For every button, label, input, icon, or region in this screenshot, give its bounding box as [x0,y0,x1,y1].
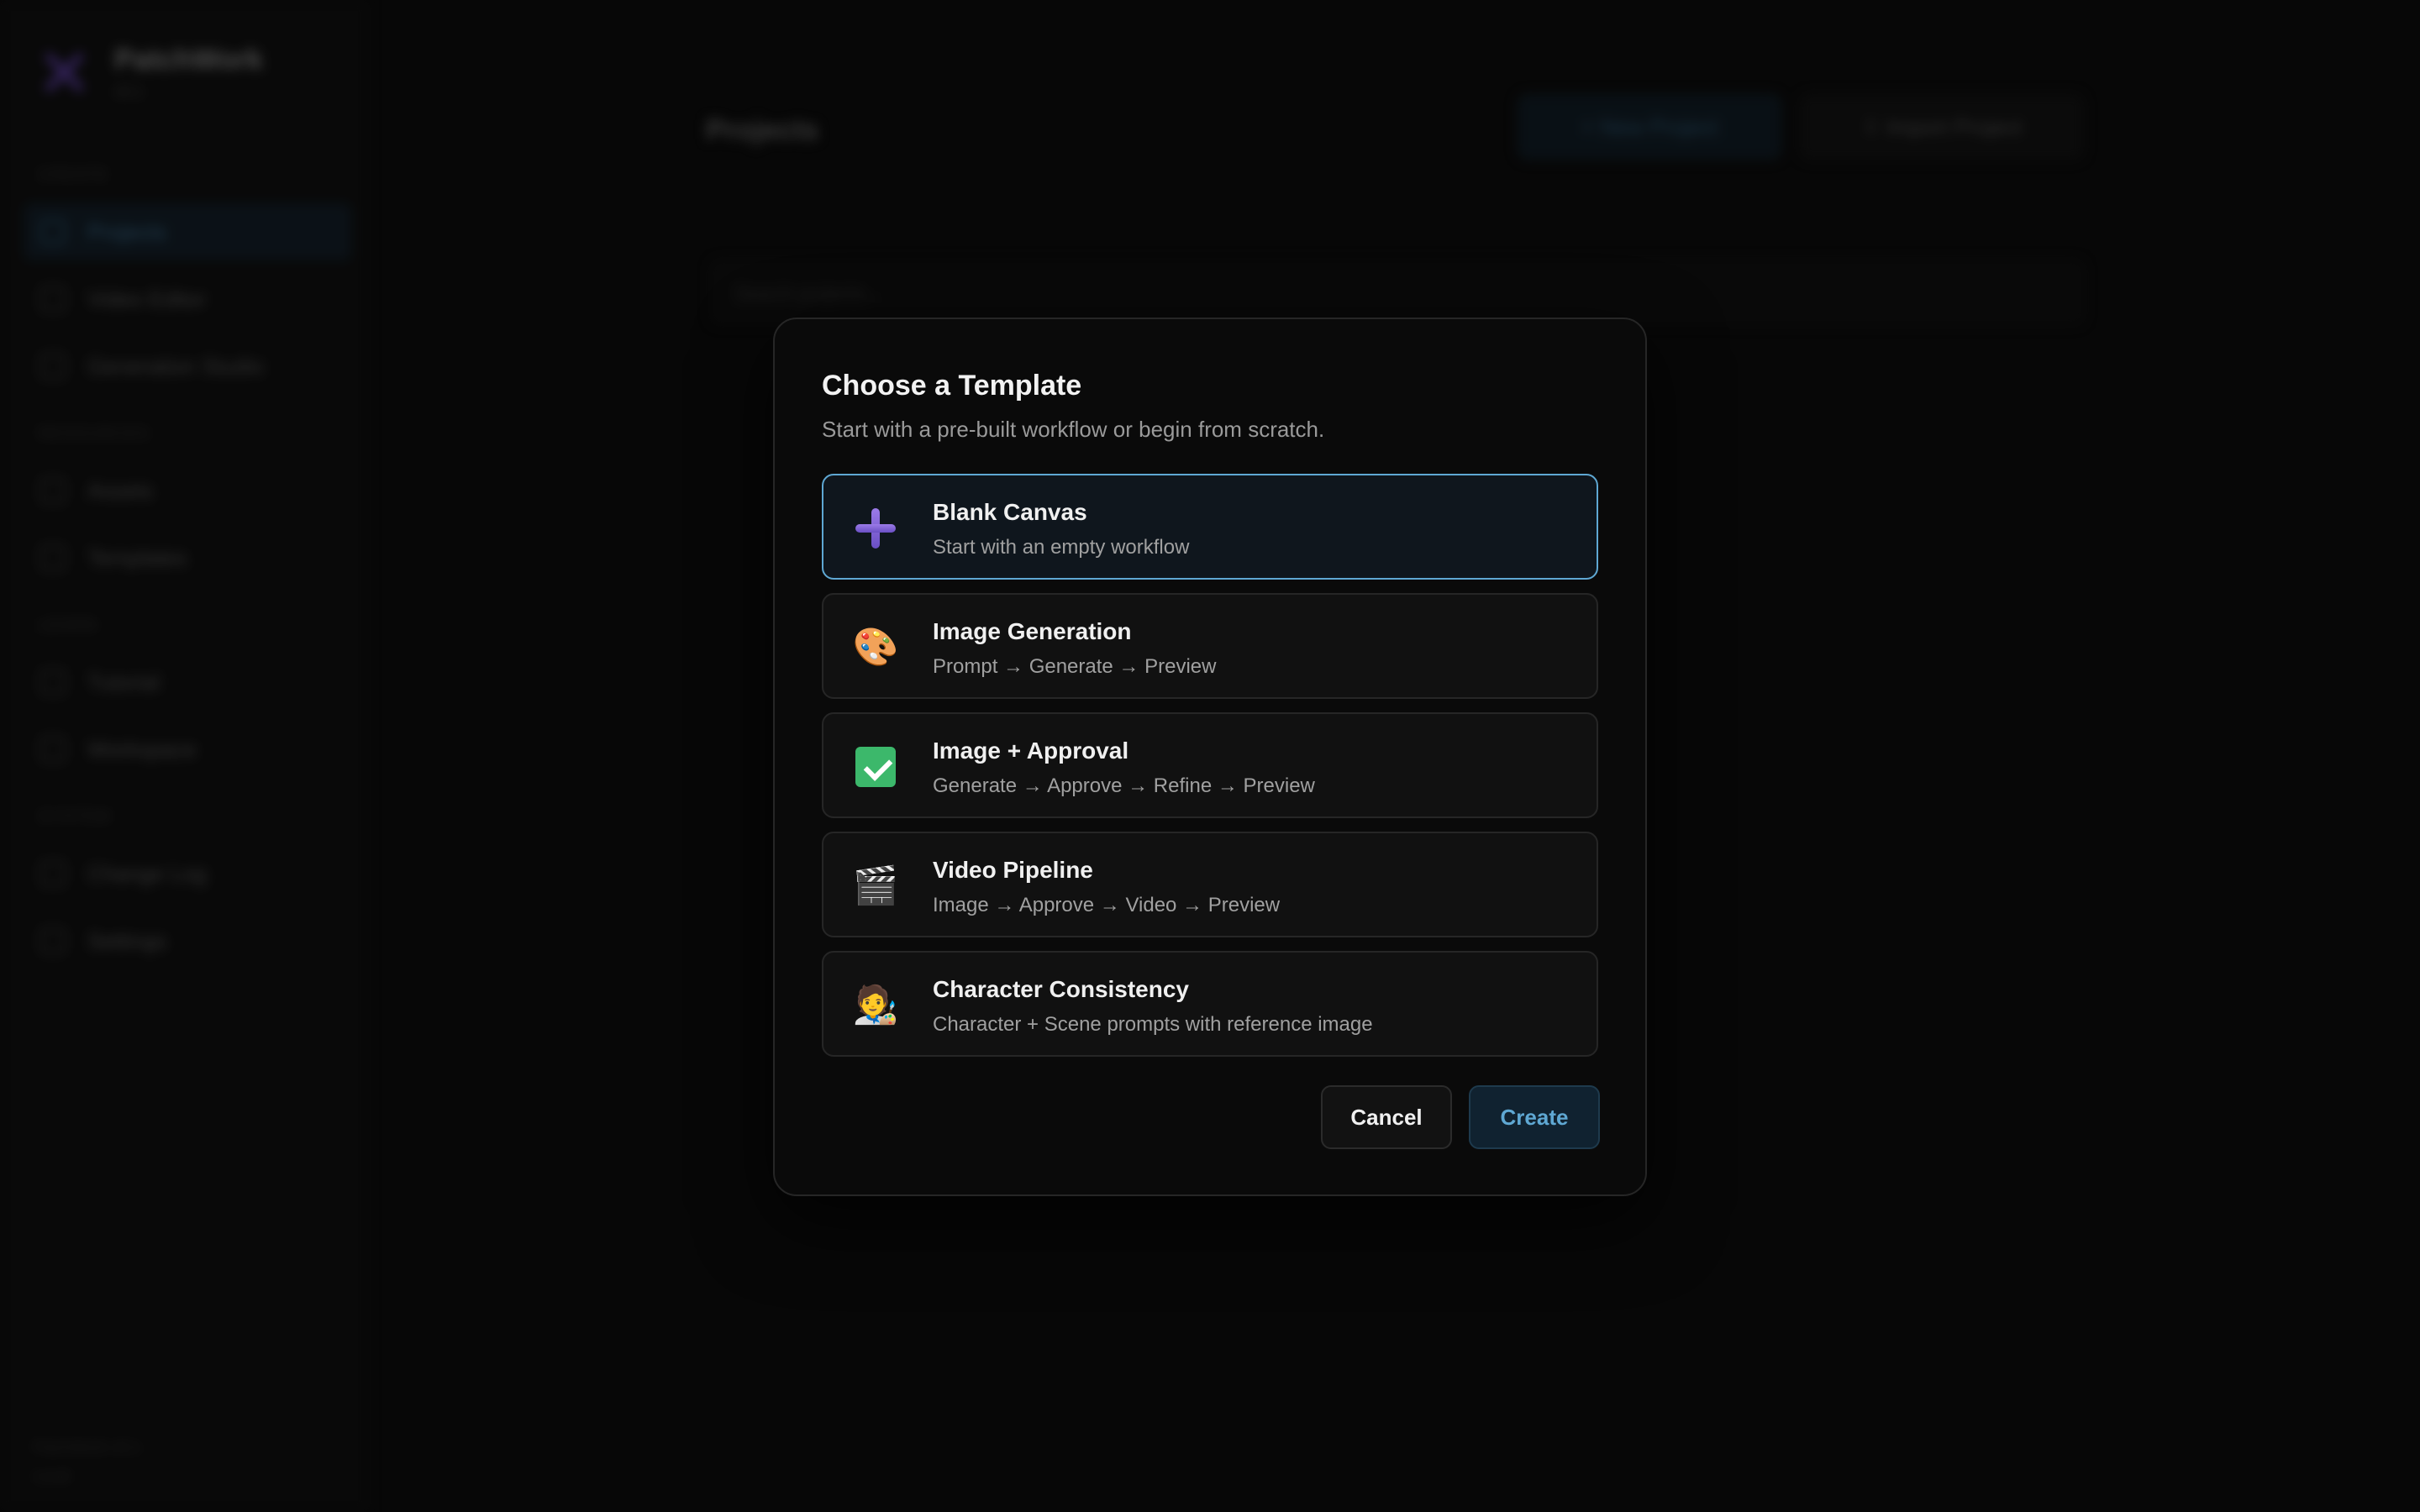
template-name: Character Consistency [933,976,1190,1002]
cancel-button[interactable]: Cancel [1321,1085,1452,1149]
template-description: Prompt → Generate → Preview [933,655,1217,678]
template-name: Blank Canvas [933,499,1087,525]
dialog-title: Choose a Template [822,370,1082,402]
template-name: Video Pipeline [933,857,1093,883]
clapperboard-icon: 🎬 [852,865,899,906]
template-description: Generate → Approve → Refine → Preview [933,774,1315,797]
template-dialog: Choose a Template Start with a pre-built… [773,318,1647,1196]
palette-icon: 🎨 [852,627,899,668]
template-description: Image → Approve → Video → Preview [933,894,1281,916]
template-name: Image + Approval [933,738,1129,764]
artist-icon: 🧑‍🎨 [852,984,899,1026]
plus-icon [854,507,897,550]
create-button[interactable]: Create [1469,1085,1600,1149]
template-character-consistency[interactable]: 🧑‍🎨 Character Consistency Character + Sc… [822,951,1598,1057]
template-name: Image Generation [933,618,1132,644]
template-description: Character + Scene prompts with reference… [933,1013,1373,1036]
template-video-pipeline[interactable]: 🎬 Video Pipeline Image → Approve → Video… [822,832,1598,937]
check-box-icon [854,745,897,789]
dialog-subtitle: Start with a pre-built workflow or begin… [822,417,1325,442]
template-blank-canvas[interactable]: Blank Canvas Start with an empty workflo… [822,474,1598,580]
template-image-generation[interactable]: 🎨 Image Generation Prompt → Generate → P… [822,593,1598,699]
template-description: Start with an empty workflow [933,536,1190,559]
template-image-approval[interactable]: Image + Approval Generate → Approve → Re… [822,712,1598,818]
